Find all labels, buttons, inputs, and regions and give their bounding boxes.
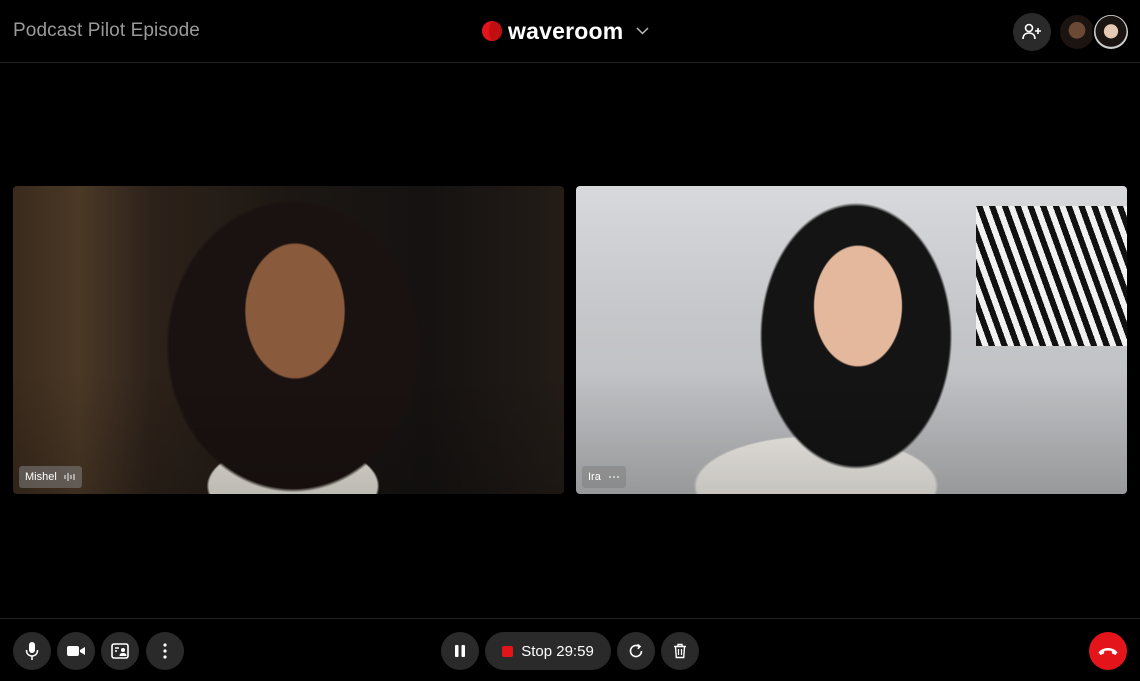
participant-name: Ira (588, 471, 601, 483)
stop-recording-button[interactable]: Stop 29:59 (485, 632, 611, 670)
chevron-down-icon (635, 24, 649, 38)
pause-recording-button[interactable] (441, 632, 479, 670)
session-title[interactable]: Podcast Pilot Episode (13, 20, 200, 42)
avatar-mishel[interactable] (1058, 13, 1096, 51)
microphone-button[interactable] (13, 632, 51, 670)
add-user-icon (1022, 23, 1041, 40)
more-vertical-icon (163, 643, 167, 659)
microphone-icon (25, 642, 39, 660)
pause-icon (455, 645, 465, 657)
delete-recording-button[interactable] (661, 632, 699, 670)
participants-avatars[interactable] (1058, 13, 1130, 51)
avatar-ira[interactable] (1092, 13, 1130, 51)
audio-level-icon (64, 473, 75, 481)
waveroom-logo-icon (482, 21, 502, 41)
leave-call-button[interactable] (1089, 632, 1127, 670)
restart-recording-button[interactable] (617, 632, 655, 670)
brand-switcher[interactable]: waveroom (482, 16, 649, 46)
video-tile-mishel[interactable]: Mishel (13, 186, 564, 494)
more-options-button[interactable] (146, 632, 184, 670)
more-dots-icon (608, 476, 619, 478)
waveroom-app: Podcast Pilot Episode waveroom Mishel Ir… (0, 0, 1140, 681)
stop-timer-label: Stop 29:59 (521, 642, 594, 660)
tile-shade (576, 186, 1127, 494)
invite-button[interactable] (1013, 13, 1051, 51)
participant-name-tag: Ira (582, 466, 626, 488)
record-stop-icon (502, 645, 514, 657)
layout-button[interactable] (101, 632, 139, 670)
camera-button[interactable] (57, 632, 95, 670)
camera-icon (67, 646, 85, 656)
restart-icon (629, 643, 643, 658)
phone-hangup-icon (1098, 648, 1118, 655)
brand-name: waveroom (508, 17, 624, 44)
trash-icon (674, 643, 686, 659)
bottom-toolbar: Stop 29:59 (0, 618, 1140, 681)
video-tile-ira[interactable]: Ira (576, 186, 1127, 494)
screen-share-icon (111, 643, 129, 659)
participant-name-tag: Mishel (19, 466, 82, 488)
participant-name: Mishel (25, 471, 57, 483)
top-bar: Podcast Pilot Episode waveroom (0, 0, 1140, 63)
tile-shade (13, 186, 564, 494)
